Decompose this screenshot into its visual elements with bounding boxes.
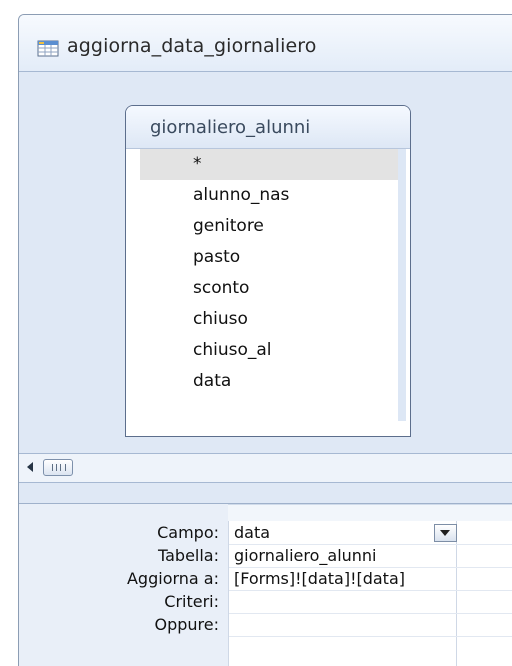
cell-tabella[interactable]: giornaliero_alunni <box>234 544 377 567</box>
field-item-data[interactable]: data <box>140 366 398 397</box>
scroll-thumb[interactable] <box>43 459 73 476</box>
pane-splitter[interactable] <box>19 483 512 504</box>
horizontal-scrollbar[interactable] <box>19 453 512 483</box>
scroll-thumb-grip-icon <box>52 464 66 471</box>
row-divider <box>229 613 512 614</box>
field-item-alunno-nas[interactable]: alunno_nas <box>140 180 398 211</box>
window-title: aggiorna_data_giornaliero <box>67 35 317 57</box>
field-item-genitore[interactable]: genitore <box>140 211 398 242</box>
query-window-frame: aggiorna_data_giornaliero giornaliero_al… <box>18 14 512 666</box>
row-label-tabella: Tabella: <box>157 546 219 565</box>
field-dropdown-button[interactable] <box>434 524 457 542</box>
row-label-oppure: Oppure: <box>154 615 219 634</box>
field-item-all[interactable]: * <box>140 149 398 180</box>
field-item-chiuso-al[interactable]: chiuso_al <box>140 335 398 366</box>
row-label-criteri: Criteri: <box>164 592 219 611</box>
table-header[interactable]: giornaliero_alunni <box>126 106 410 149</box>
table-pane[interactable]: giornaliero_alunni * alunno_nas genitore… <box>19 72 512 453</box>
cell-campo[interactable]: data <box>234 521 457 544</box>
dropdown-arrow-icon <box>440 530 450 536</box>
scroll-left-arrow-icon[interactable] <box>25 460 35 474</box>
field-item-chiuso[interactable]: chiuso <box>140 304 398 335</box>
field-item-pasto[interactable]: pasto <box>140 242 398 273</box>
table-name: giornaliero_alunni <box>150 117 311 138</box>
query-design-icon <box>37 39 59 57</box>
field-item-sconto[interactable]: sconto <box>140 273 398 304</box>
row-label-aggiorna: Aggiorna a: <box>126 569 219 588</box>
table-field-list[interactable]: giornaliero_alunni * alunno_nas genitore… <box>125 105 411 437</box>
row-divider <box>229 590 512 591</box>
design-grid: Campo: Tabella: Aggiorna a: Criteri: Opp… <box>19 504 512 666</box>
row-label-campo: Campo: <box>157 523 219 542</box>
column-divider <box>456 521 457 666</box>
field-list[interactable]: * alunno_nas genitore pasto sconto chius… <box>140 149 406 421</box>
cell-campo-value: data <box>234 523 271 542</box>
grid-cells: data giornaliero_alunni [Forms]![data]![… <box>228 521 512 666</box>
cell-aggiorna[interactable]: [Forms]![data]![data] <box>234 567 405 590</box>
row-divider <box>229 636 512 637</box>
query-design-window: aggiorna_data_giornaliero giornaliero_al… <box>0 0 512 666</box>
title-bar: aggiorna_data_giornaliero <box>19 15 512 72</box>
